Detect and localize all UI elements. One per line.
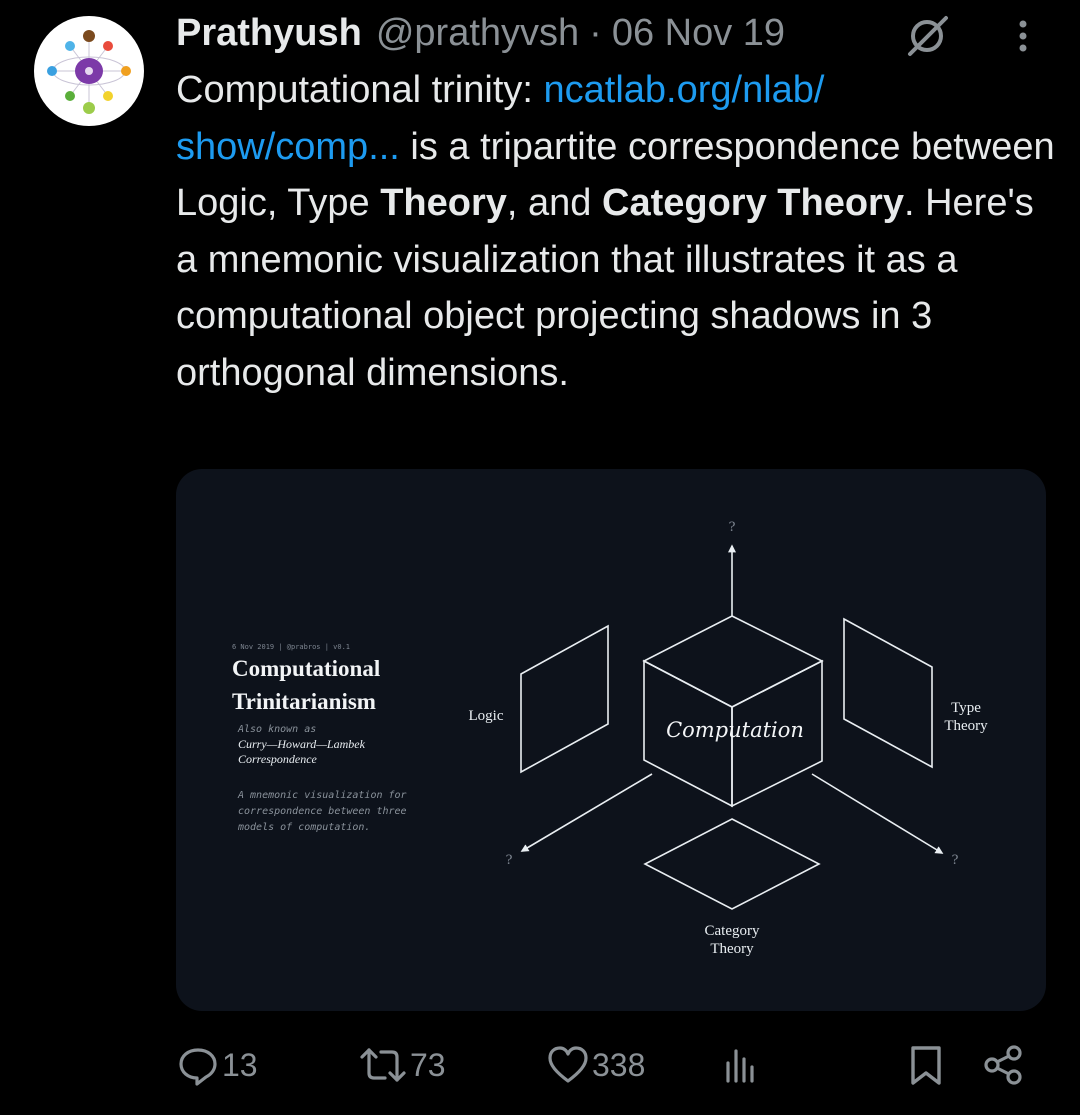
avatar-logo-icon <box>47 30 131 114</box>
media-title-line1: Computational <box>232 656 380 681</box>
media-desc-line2: correspondence between three <box>238 806 407 817</box>
repost-button[interactable]: 73 <box>358 1030 446 1100</box>
reply-button[interactable]: 13 <box>176 1030 258 1100</box>
more-icon[interactable] <box>1008 14 1038 58</box>
media-desc-line3: models of computation. <box>237 822 370 833</box>
author-name[interactable]: Prathyush <box>176 12 362 55</box>
separator-dot: · <box>589 11 602 54</box>
repost-count: 73 <box>410 1046 446 1083</box>
bookmark-button[interactable] <box>906 1030 946 1100</box>
author-handle[interactable]: @prathyvsh <box>376 12 579 55</box>
media-desc-line1: A mnemonic visualization for <box>237 790 407 801</box>
media-alias-line2: Correspondence <box>238 752 318 766</box>
tweet-text: Computational trinity: ncatlab.org/nlab/… <box>176 62 1056 401</box>
tweet-header: Prathyush @prathyvsh · 06 Nov 19 <box>176 10 785 56</box>
media-aka: Also known as <box>237 724 316 735</box>
bottom-label-line1: Category <box>705 923 760 939</box>
reply-count: 13 <box>222 1046 258 1083</box>
tweet-text-bold: Category Theory <box>602 182 904 224</box>
repost-icon <box>360 1048 406 1082</box>
tweet-media[interactable]: ? ? ? Computation Logic Type Theory Cate… <box>176 469 1046 1011</box>
action-bar: 13 73 338 <box>0 1030 1080 1100</box>
share-button[interactable] <box>982 1030 1026 1100</box>
reply-icon <box>179 1048 217 1086</box>
media-meta: 6 Nov 2019 | @prabros | v0.1 <box>232 643 350 651</box>
center-label: Computation <box>666 718 804 742</box>
media-title-line2: Trinitarianism <box>232 689 376 714</box>
like-button[interactable]: 338 <box>546 1030 645 1100</box>
axis-top-question: ? <box>729 520 736 535</box>
grok-icon[interactable] <box>902 14 952 58</box>
views-button[interactable] <box>722 1030 762 1100</box>
axis-right-question: ? <box>952 853 959 868</box>
analytics-icon <box>726 1049 754 1083</box>
tweet-text-bold: Theory <box>380 182 507 224</box>
tweet-date[interactable]: 06 Nov 19 <box>612 12 785 55</box>
right-label-line2: Theory <box>944 718 988 734</box>
tweet-text-part: Computational trinity: <box>176 69 544 111</box>
tweet-text-part: , and <box>506 182 602 224</box>
media-alias-line1: Curry—Howard—Lambek <box>238 737 366 751</box>
bookmark-icon <box>911 1046 941 1085</box>
share-icon <box>984 1045 1022 1085</box>
left-label: Logic <box>469 708 504 724</box>
avatar[interactable] <box>34 16 144 126</box>
like-count: 338 <box>592 1046 646 1083</box>
axis-left-question: ? <box>506 853 513 868</box>
media-diagram: ? ? ? Computation Logic Type Theory Cate… <box>232 520 988 957</box>
right-label-line1: Type <box>951 700 981 716</box>
bottom-label-line2: Theory <box>710 941 754 957</box>
heart-icon <box>548 1046 588 1083</box>
